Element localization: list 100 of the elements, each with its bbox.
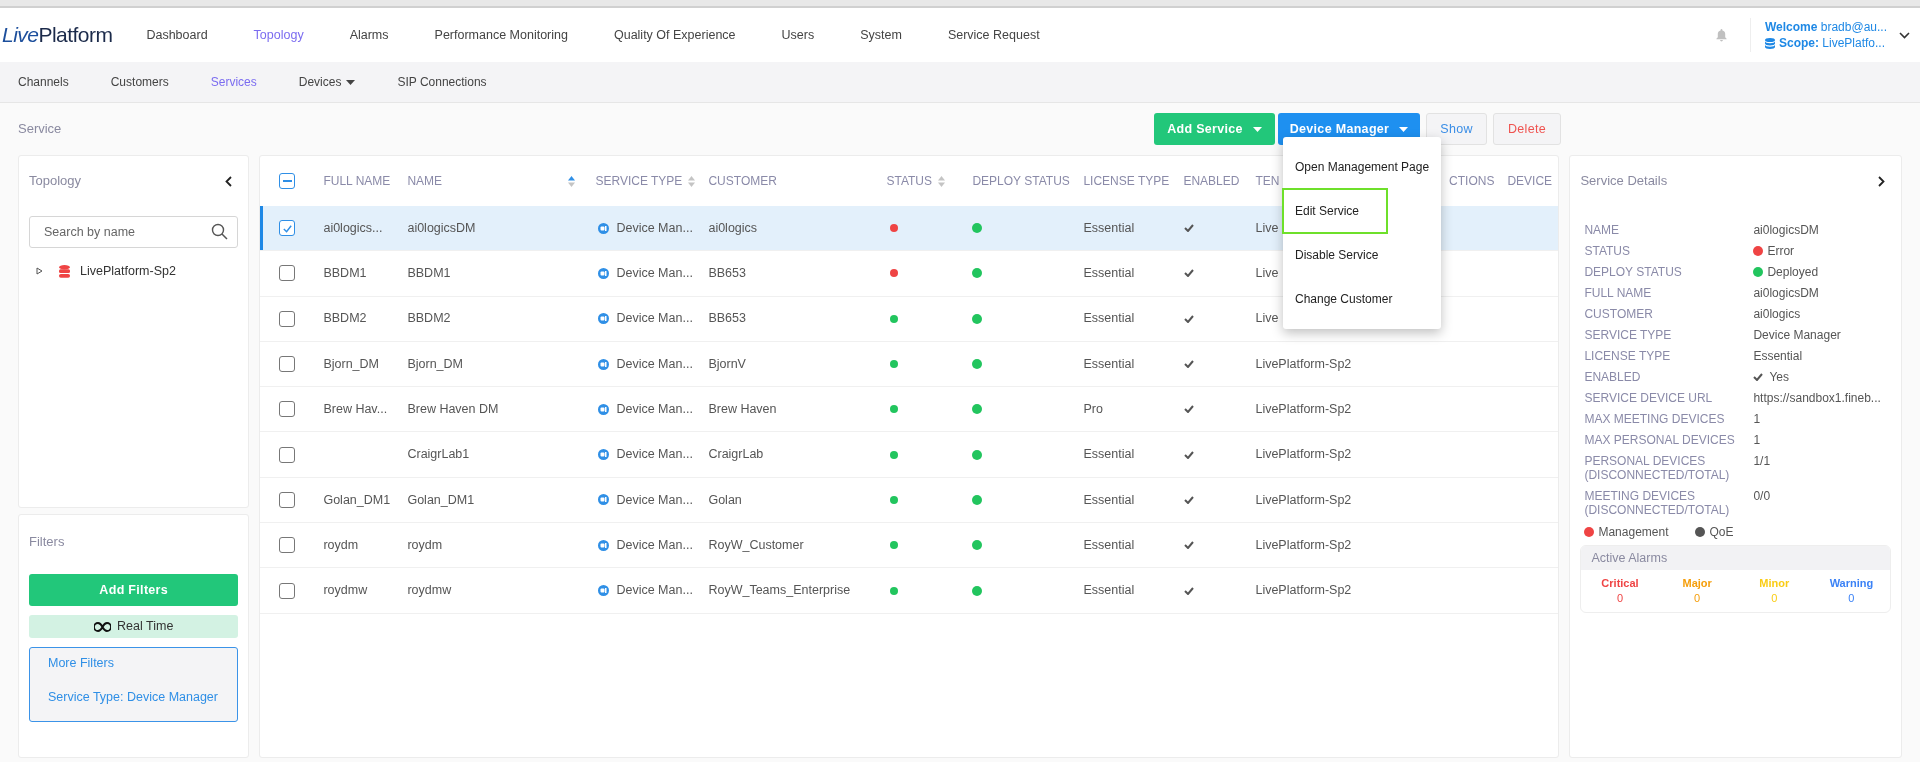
subnav-item[interactable]: SIP Connections [397, 73, 487, 91]
column-header[interactable]: DEPLOY STATUS [972, 172, 1070, 190]
table-cell-text: Device Man... [616, 355, 693, 373]
table-cell: BBDM1 [407, 266, 451, 281]
more-filters-link[interactable]: More Filters [48, 654, 220, 673]
table-cell: Pro [1083, 401, 1103, 416]
checkbox[interactable] [279, 265, 296, 282]
database-icon [59, 264, 70, 278]
checkbox[interactable] [279, 173, 296, 189]
menu-item[interactable]: Change Customer [1283, 277, 1441, 321]
field-value: Yes [1769, 370, 1789, 384]
table-cell: Golan_DM1 [323, 492, 391, 507]
table-cell-text: Device Man... [616, 582, 693, 600]
chevron-down-icon[interactable] [1899, 31, 1910, 39]
column-header[interactable]: CUSTOMER [708, 172, 777, 190]
column-header[interactable]: SERVICE TYPE [595, 172, 683, 190]
service-type-icon [598, 222, 610, 234]
field-label: SERVICE DEVICE URL [1584, 391, 1714, 405]
checkbox[interactable] [279, 582, 296, 599]
table-cell-text: Device Man... [616, 446, 693, 464]
checkbox[interactable] [279, 446, 296, 463]
nav-item[interactable]: Dashboard [146, 25, 208, 45]
table-cell: Live [1255, 266, 1279, 281]
table-cell: LivePlatform-Sp2 [1255, 492, 1352, 507]
field-value: ai0logics [1753, 307, 1801, 321]
alarm-count: 0 [1771, 591, 1778, 606]
chevron-left-icon[interactable] [225, 175, 233, 187]
column-header[interactable]: FULL NAME [323, 172, 391, 190]
service-type-icon [598, 539, 610, 551]
real-time-badge[interactable]: Real Time [29, 615, 239, 638]
table-cell: Essential [1083, 492, 1135, 507]
table-cell: Essential [1083, 447, 1135, 462]
subnav-item[interactable]: Services [210, 73, 257, 91]
search-icon[interactable] [211, 223, 229, 240]
nav-item[interactable]: Performance Monitoring [434, 25, 568, 45]
field-value: ai0logicsDM [1753, 223, 1819, 237]
legend-label: Management [1598, 524, 1669, 541]
chevron-right-icon[interactable] [1878, 175, 1885, 187]
field-value: Device Manager [1753, 328, 1841, 342]
action-button[interactable]: Show [1426, 113, 1487, 145]
table-cell: Essential [1083, 537, 1135, 552]
nav-item[interactable]: Users [781, 25, 815, 45]
action-button[interactable]: Delete [1493, 113, 1561, 145]
checkbox[interactable] [279, 537, 296, 554]
alarm-label: Critical [1601, 576, 1639, 591]
alarm-label: Minor [1759, 576, 1790, 591]
table-cell: Essential [1083, 311, 1135, 326]
expand-toggle-icon[interactable] [35, 267, 43, 275]
panel-title: Filters [29, 532, 65, 551]
field-label: MEETING DEVICES (DISCONNECTED/TOTAL) [1584, 489, 1731, 517]
table-cell: Golan_DM1 [407, 492, 475, 507]
table-cell: CraigrLab [708, 447, 764, 462]
tree-item[interactable]: LivePlatform-Sp2 [80, 261, 176, 281]
menu-item[interactable]: Edit Service [1283, 189, 1387, 233]
nav-item[interactable]: Quality Of Experience [613, 25, 736, 45]
checkbox[interactable] [279, 310, 296, 327]
field-label: MAX MEETING DEVICES [1584, 412, 1726, 426]
column-header[interactable]: DEVICE [1507, 172, 1553, 190]
logo[interactable]: LivePlatform [2, 19, 113, 51]
table-cell: Bjorn_DM [323, 356, 379, 371]
menu-item[interactable]: Open Management Page [1283, 145, 1441, 189]
checkbox[interactable] [279, 356, 296, 373]
nav-item[interactable]: System [860, 25, 902, 45]
subnav-item[interactable]: Devices [298, 73, 356, 91]
checkbox[interactable] [279, 220, 296, 237]
column-header[interactable]: TEN [1255, 172, 1280, 190]
checkbox[interactable] [279, 401, 296, 418]
field-label: MAX PERSONAL DEVICES [1584, 433, 1736, 447]
column-header[interactable]: CTIONS [1449, 172, 1495, 190]
table-cell-text: Device Man... [616, 400, 693, 418]
column-header[interactable]: NAME [407, 172, 443, 190]
table-cell: BBDM2 [323, 311, 367, 326]
checkbox[interactable] [279, 491, 296, 508]
add-filters-button[interactable]: Add Filters [29, 574, 239, 606]
table-cell: roydm [407, 537, 443, 552]
nav-item[interactable]: Service Request [947, 25, 1040, 45]
field-value: 1/1 [1753, 454, 1771, 468]
column-header[interactable]: ENABLED [1183, 172, 1240, 190]
table-cell: Golan [708, 492, 742, 507]
action-button[interactable]: Add Service [1154, 113, 1275, 145]
table-cell: Brew Haven DM [407, 401, 499, 416]
filter-tag[interactable]: Service Type: Device Manager [48, 687, 220, 707]
search-field[interactable]: Search by name [29, 216, 239, 248]
sort-icon[interactable] [568, 175, 576, 187]
subnav-item[interactable]: Customers [110, 73, 169, 91]
column-header[interactable]: LICENSE TYPE [1083, 172, 1170, 190]
welcome-text: Welcome bradb@au... [1764, 19, 1887, 35]
table-cell-text: Device Man... [616, 310, 693, 328]
table-cell: BB653 [708, 311, 746, 326]
field-value: 1 [1753, 412, 1761, 426]
table-cell: CraigrLab1 [407, 447, 470, 462]
menu-item[interactable]: Disable Service [1283, 233, 1441, 277]
table-cell: LivePlatform-Sp2 [1255, 401, 1352, 416]
table-cell: Bjorn_DM [407, 356, 463, 371]
column-header[interactable]: STATUS [886, 172, 932, 190]
nav-item[interactable]: Alarms [349, 25, 389, 45]
nav-item[interactable]: Topology [253, 25, 304, 45]
subnav-item[interactable]: Channels [18, 73, 69, 91]
field-value: Deployed [1767, 265, 1819, 279]
table-cell: BBDM2 [407, 311, 451, 326]
